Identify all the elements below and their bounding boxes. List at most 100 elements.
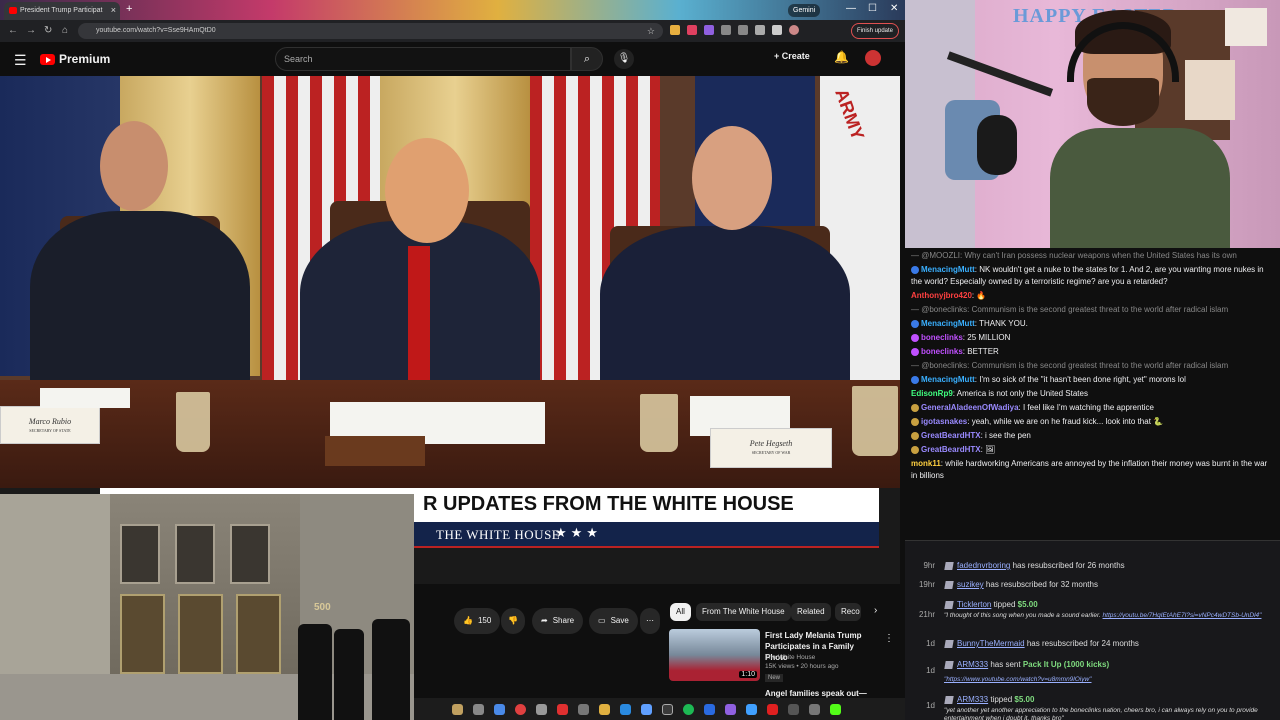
subscriber-badge-icon <box>911 445 919 454</box>
taskbar-app-icon[interactable] <box>494 703 505 715</box>
taskbar-app-icon[interactable] <box>746 703 757 715</box>
recommended-channel[interactable]: The White House <box>765 654 815 661</box>
extension-icon[interactable] <box>687 25 697 35</box>
event-link[interactable]: "https://www.youtube.com/watch?v=u8mmn9l… <box>944 676 1092 683</box>
chat-username[interactable]: MenacingMutt <box>921 375 975 384</box>
browser-tab-strip: President Trump Participat × + Gemini — … <box>0 0 905 20</box>
event-user[interactable]: ARM333 <box>957 660 988 669</box>
chat-username[interactable]: EdisonRp9 <box>911 389 953 398</box>
chip-related[interactable]: Related <box>791 603 831 621</box>
profile-icon[interactable] <box>789 25 799 35</box>
taskbar-app-icon[interactable] <box>809 703 820 715</box>
new-tab-button[interactable]: + <box>126 3 132 15</box>
taskbar-app-icon[interactable] <box>473 703 484 715</box>
person-head <box>385 138 469 243</box>
taskbar-app-icon[interactable] <box>704 703 715 715</box>
person-head <box>100 121 168 211</box>
gemini-button[interactable]: Gemini <box>788 4 821 17</box>
video-player[interactable]: ARMY Marco Rubio SECRETARY OF STATE Pete… <box>0 76 900 488</box>
chat-message: monk11: while hardworking Americans are … <box>911 459 1268 480</box>
forward-icon[interactable]: → <box>26 25 36 36</box>
like-button[interactable]: 👍 150 <box>454 608 501 634</box>
recommended-video[interactable]: 1:10 First Lady Melania Trump Participat… <box>669 629 861 682</box>
home-icon[interactable]: ⌂ <box>62 25 68 36</box>
share-button[interactable]: ➦ Share <box>532 608 584 634</box>
browser-toolbar: ← → ↻ ⌂ youtube.com/watch?v=Sse9HAmQtD0 … <box>0 20 905 42</box>
close-tab-icon[interactable]: × <box>111 5 116 15</box>
bookmark-star-icon[interactable]: ☆ <box>647 23 655 39</box>
event-link[interactable]: https://youtu.be/7HqIEtAhE7I?si=vNPc4wDT… <box>1103 612 1262 619</box>
youtube-logo[interactable]: Premium <box>40 52 110 66</box>
search-input[interactable]: Search <box>275 47 571 71</box>
sidebar-icon[interactable] <box>755 25 765 35</box>
microphone-icon[interactable]: 🎙 <box>614 49 634 69</box>
extension-icon[interactable] <box>704 25 714 35</box>
extension-icon[interactable] <box>670 25 680 35</box>
more-actions-button[interactable]: ⋯ <box>640 608 660 634</box>
chat-username[interactable]: Anthonyjbro420 <box>911 291 972 300</box>
kick-icon[interactable] <box>830 703 841 715</box>
chat-message: — @MOOZLI: Why can't Iran possess nuclea… <box>911 250 1274 262</box>
event-time: 1d <box>926 666 935 675</box>
video-options-icon[interactable]: ⋮ <box>884 633 894 644</box>
chat-username[interactable]: MenacingMutt <box>921 265 975 274</box>
chat-username[interactable]: igotasnakes <box>921 417 967 426</box>
event-user[interactable]: ARM333 <box>957 695 988 704</box>
save-button[interactable]: ▭ Save <box>589 608 638 634</box>
chat-username[interactable]: GeneralAladeenOfWadiya <box>921 403 1019 412</box>
chevron-right-icon[interactable]: › <box>874 605 877 616</box>
taskbar-app-icon[interactable] <box>452 703 463 715</box>
taskbar-app-icon[interactable] <box>578 703 589 715</box>
next-recommended-title[interactable]: Angel families speak out— <box>765 689 867 698</box>
chat-username[interactable]: MenacingMutt <box>921 319 975 328</box>
spotify-icon[interactable] <box>683 703 694 715</box>
finish-update-button[interactable]: Finish update <box>851 23 900 39</box>
chat-message: — @boneclinks: Communism is the second g… <box>911 304 1274 316</box>
chat-username[interactable]: GreatBeardHTX <box>921 445 981 454</box>
minimize-button[interactable]: — <box>846 3 856 14</box>
chat-username[interactable]: GreatBeardHTX <box>921 431 981 440</box>
event-row: 1d ARM333 has sent Pack It Up (1000 kick… <box>905 660 1280 688</box>
event-message: "https://www.youtube.com/watch?v=u8mmn9l… <box>944 676 1266 684</box>
chip-all[interactable]: All <box>670 603 691 621</box>
taskbar-app-icon[interactable] <box>557 703 568 715</box>
search-icon[interactable]: ⌕ <box>571 47 603 71</box>
taskbar-app-icon[interactable] <box>536 703 547 715</box>
tip-icon <box>944 601 954 609</box>
avatar[interactable] <box>865 50 881 66</box>
maximize-button[interactable]: ☐ <box>868 3 877 14</box>
event-user[interactable]: fadednvrboring <box>957 561 1010 570</box>
taskbar-app-icon[interactable] <box>725 703 736 715</box>
taskbar-app-icon[interactable] <box>620 703 631 715</box>
hamburger-menu-icon[interactable]: ☰ <box>14 52 27 69</box>
taskbar-app-icon[interactable] <box>662 703 673 715</box>
puzzle-icon[interactable] <box>738 25 748 35</box>
folder-icon[interactable] <box>599 703 610 715</box>
taskbar-app-icon[interactable] <box>641 703 652 715</box>
browser-tab[interactable]: President Trump Participat × <box>4 2 120 20</box>
notifications-bell-icon[interactable]: 🔔 <box>834 50 849 64</box>
event-user[interactable]: BunnyTheMermaid <box>957 639 1025 648</box>
chat-username[interactable]: boneclinks <box>921 347 963 356</box>
create-button[interactable]: + Create <box>774 51 810 61</box>
dislike-button[interactable]: 👎 <box>501 608 525 634</box>
extension-icon[interactable] <box>721 25 731 35</box>
event-message: "I thought of this song when you made a … <box>944 612 1266 620</box>
taskbar-app-icon[interactable] <box>767 703 778 715</box>
download-icon[interactable] <box>772 25 782 35</box>
building-video-overlay: 500 <box>0 494 414 720</box>
event-user[interactable]: Ticklerton <box>957 600 991 609</box>
chat-username[interactable]: boneclinks <box>921 333 963 342</box>
reload-icon[interactable]: ↻ <box>44 25 52 36</box>
video-thumbnail[interactable]: 1:10 <box>669 629 760 681</box>
event-user[interactable]: suzikey <box>957 580 984 589</box>
kick-logo-icon <box>944 581 954 589</box>
chip-recommended[interactable]: Reco <box>835 603 861 621</box>
back-icon[interactable]: ← <box>8 25 18 36</box>
close-window-button[interactable]: ✕ <box>890 3 898 14</box>
chip-from-the-white-house[interactable]: From The White House <box>696 603 791 621</box>
taskbar-app-icon[interactable] <box>788 703 799 715</box>
chrome-icon[interactable] <box>515 703 526 715</box>
chat-username[interactable]: monk11 <box>911 459 941 468</box>
address-bar[interactable]: youtube.com/watch?v=Sse9HAmQtD0 ☆ <box>78 23 663 39</box>
